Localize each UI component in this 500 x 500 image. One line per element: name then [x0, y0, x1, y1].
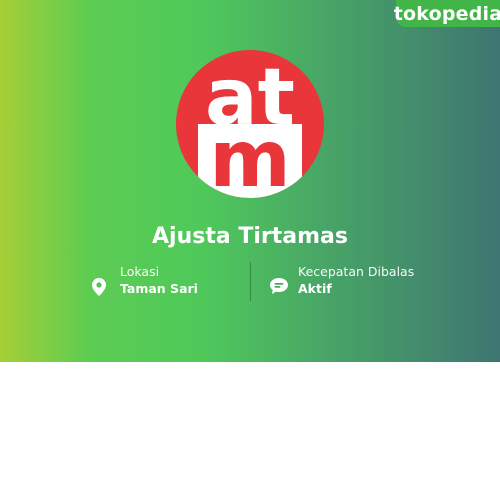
location-label: Lokasi — [120, 264, 160, 279]
brand-name: tokopedia — [393, 2, 500, 25]
chat-bubble-icon — [270, 278, 288, 300]
tokopedia-logo: tokopedia — [393, 0, 500, 27]
logo-text-bottom: m — [209, 115, 290, 198]
shop-header-banner: tokopedia at m Ajusta Tirtamas Lokasi Ta… — [0, 0, 500, 362]
response-speed-label: Kecepatan Dibalas — [298, 264, 415, 279]
shop-name: Ajusta Tirtamas — [152, 224, 348, 249]
response-speed-value: Aktif — [298, 281, 332, 296]
shop-avatar[interactable]: at m — [176, 50, 324, 198]
location-value: Taman Sari — [120, 281, 198, 296]
map-pin-icon — [92, 278, 106, 301]
shop-logo: at m — [176, 50, 324, 198]
info-divider — [250, 262, 251, 301]
